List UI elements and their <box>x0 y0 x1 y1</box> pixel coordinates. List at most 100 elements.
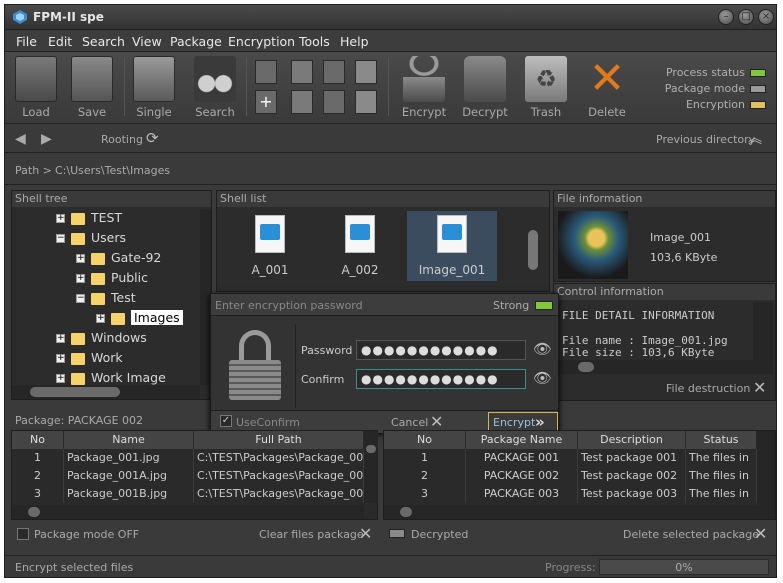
package-small-icon-4[interactable] <box>323 60 345 84</box>
menu-encryption[interactable]: Encryption <box>228 34 295 49</box>
show-password-eye-icon[interactable]: 👁 <box>533 340 552 358</box>
menu-view[interactable]: View <box>132 34 162 49</box>
path-value[interactable]: C:\Users\Test\Images <box>55 164 170 177</box>
table-cell[interactable]: Test package 003 <box>578 485 686 503</box>
cancel-x-icon[interactable]: ✕ <box>430 412 443 431</box>
tree-item-gate-92[interactable]: + Gate-92 <box>76 249 161 267</box>
col-no[interactable]: No <box>12 431 64 449</box>
table-cell[interactable]: 2 <box>384 467 466 485</box>
package-mode-checkbox[interactable] <box>17 528 29 540</box>
file-destruction-label[interactable]: File destruction <box>666 382 750 395</box>
table-cell[interactable]: The files in <box>686 485 757 503</box>
checklist-icon[interactable] <box>355 60 377 84</box>
show-confirm-eye-icon[interactable]: 👁 <box>533 369 552 387</box>
table-cell[interactable]: PACKAGE 003 <box>466 485 578 503</box>
table-cell[interactable]: 2 <box>12 467 64 485</box>
package-small-icon-1[interactable] <box>255 60 277 84</box>
encrypt-button[interactable]: Encrypt <box>399 56 449 119</box>
tree-item-windows[interactable]: + Windows <box>56 329 147 347</box>
menu-search[interactable]: Search <box>82 34 125 49</box>
clear-x-icon[interactable]: ✕ <box>359 524 372 543</box>
col-description[interactable]: Description <box>578 431 686 449</box>
package-small-icon-3[interactable] <box>291 90 313 114</box>
file-destruction-x-icon[interactable]: ✕ <box>753 378 766 397</box>
save-button[interactable]: Save <box>67 56 117 119</box>
expand-icon[interactable]: + <box>56 214 65 223</box>
delete-button[interactable]: ✕ Delete <box>582 56 632 120</box>
table-cell[interactable]: 3 <box>12 485 64 503</box>
package-files-vscrollbar[interactable] <box>364 431 378 503</box>
decrypt-button[interactable]: Decrypt <box>460 56 510 119</box>
expand-icon[interactable]: + <box>56 374 65 383</box>
delete-selected-package-button[interactable]: Delete selected package <box>623 528 759 541</box>
add-package-icon[interactable]: + <box>255 90 277 114</box>
package-small-icon-5[interactable] <box>323 90 345 114</box>
col-no[interactable]: No <box>384 431 466 449</box>
refresh-icon[interactable]: ⟳ <box>146 129 159 147</box>
expand-icon[interactable]: + <box>76 254 85 263</box>
package-small-icon-2[interactable] <box>291 60 313 84</box>
collapse-icon[interactable]: − <box>56 234 65 243</box>
previous-directory-link[interactable]: Previous directory <box>656 133 755 146</box>
close-button[interactable]: × <box>758 9 774 25</box>
table-cell[interactable]: C:\TEST\Packages\Package_001.jpg <box>194 449 364 467</box>
table-cell[interactable]: Package_001B.jpg <box>64 485 194 503</box>
table-cell[interactable]: 1 <box>384 449 466 467</box>
package-files-hscrollbar[interactable] <box>12 505 364 519</box>
tree-item-users[interactable]: − Users <box>56 229 126 247</box>
col-name[interactable]: Name <box>64 431 194 449</box>
col-full-path[interactable]: Full Path <box>194 431 364 449</box>
trash-button[interactable]: ♻ Trash <box>521 56 571 119</box>
menu-tools[interactable]: Tools <box>299 34 330 49</box>
package-list-vscrollbar[interactable] <box>757 431 775 519</box>
tree-item-test[interactable]: + TEST <box>56 209 122 227</box>
collapse-icon[interactable]: − <box>76 294 85 303</box>
table-cell[interactable]: Package_001.jpg <box>64 449 194 467</box>
tree-horizontal-scrollbar[interactable] <box>12 385 200 399</box>
tree-item-test-user[interactable]: − Test <box>76 289 136 307</box>
table-cell[interactable]: Package_001A.jpg <box>64 467 194 485</box>
file-item-a002[interactable]: A_002 <box>320 211 400 277</box>
tree-item-public[interactable]: + Public <box>76 269 148 287</box>
file-item-a001[interactable]: A_001 <box>230 211 310 277</box>
control-info-scrollbar[interactable] <box>753 302 773 374</box>
table-cell[interactable]: PACKAGE 002 <box>466 467 578 485</box>
table-cell[interactable]: Test package 001 <box>578 449 686 467</box>
up-chevron-icon[interactable]: ︽ <box>748 128 762 148</box>
table-cell[interactable]: PACKAGE 001 <box>466 449 578 467</box>
list-icon[interactable] <box>355 90 377 114</box>
cancel-button[interactable]: Cancel <box>391 416 428 429</box>
password-field[interactable]: ●●●●●●●●●●●● <box>356 340 526 360</box>
table-cell[interactable]: C:\TEST\Packages\Package_001B. <box>194 485 364 503</box>
single-button[interactable]: Single <box>129 56 179 119</box>
table-cell[interactable]: The files in <box>686 449 757 467</box>
menu-help[interactable]: Help <box>340 34 369 49</box>
load-button[interactable]: Load <box>11 56 61 119</box>
package-list-hscrollbar[interactable] <box>384 505 757 519</box>
shell-list-scrollbar[interactable] <box>528 230 538 270</box>
menu-package[interactable]: Package <box>170 34 222 49</box>
confirm-field[interactable]: ●●●●●●●●●●●● <box>356 369 526 389</box>
table-cell[interactable]: 3 <box>384 485 466 503</box>
tree-item-images[interactable]: + Images <box>96 309 183 327</box>
forward-arrow-icon[interactable]: ▶ <box>41 131 52 147</box>
delete-x-icon[interactable]: ✕ <box>754 524 767 543</box>
encrypt-confirm-button[interactable]: Encrypt » <box>488 412 558 432</box>
file-item-image001[interactable]: Image_001 <box>407 211 497 281</box>
expand-icon[interactable]: + <box>56 334 65 343</box>
control-info-hscrollbar[interactable] <box>558 360 753 374</box>
back-arrow-icon[interactable]: ◀ <box>15 131 26 147</box>
table-cell[interactable]: C:\TEST\Packages\Package_001A. <box>194 467 364 485</box>
menu-edit[interactable]: Edit <box>48 34 72 49</box>
maximize-button[interactable]: □ <box>738 9 754 25</box>
expand-icon[interactable]: + <box>96 314 105 323</box>
col-package-name[interactable]: Package Name <box>466 431 578 449</box>
tree-item-work[interactable]: + Work <box>56 349 123 367</box>
col-status[interactable]: Status <box>686 431 757 449</box>
table-cell[interactable]: 1 <box>12 449 64 467</box>
search-button[interactable]: Search <box>190 56 240 119</box>
use-confirm-checkbox[interactable]: ✓ <box>220 415 232 427</box>
expand-icon[interactable]: + <box>56 354 65 363</box>
menu-file[interactable]: File <box>16 34 37 49</box>
table-cell[interactable]: Test package 002 <box>578 467 686 485</box>
